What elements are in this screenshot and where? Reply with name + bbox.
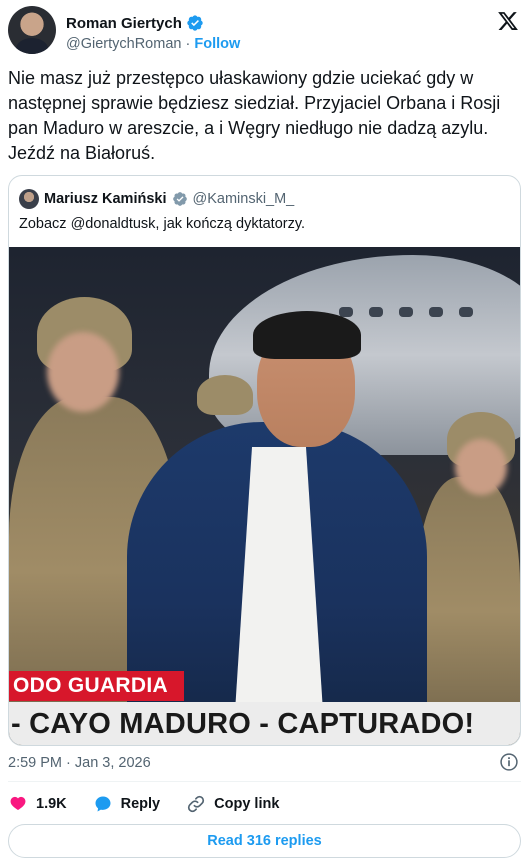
quoted-media-image[interactable]: ODO GUARDIA - CAYO MADURO - CAPTURADO!: [9, 247, 520, 745]
man-hair: [253, 311, 361, 359]
quoted-name: Mariusz Kamiński: [44, 191, 167, 207]
copy-link-label: Copy link: [214, 796, 280, 812]
read-replies-button[interactable]: Read 316 replies: [8, 824, 521, 858]
soldier-back-helmet: [197, 375, 253, 415]
action-bar: 1.9K Reply Copy link: [8, 791, 279, 817]
info-icon[interactable]: [499, 752, 519, 772]
tweet-text: Nie masz już przestępco ułaskawiony gdzi…: [8, 68, 501, 163]
copy-link-button[interactable]: Copy link: [186, 794, 279, 814]
follow-button[interactable]: Follow: [194, 36, 240, 52]
like-button[interactable]: 1.9K: [8, 794, 67, 814]
quoted-tweet[interactable]: Mariusz Kamiński @Kaminski_M_ Zobacz @do…: [8, 175, 521, 746]
soldier-left-face: [47, 332, 119, 412]
author-name[interactable]: Roman Giertych: [66, 15, 182, 32]
tweet-header: Roman Giertych @GiertychRoman · Follow: [8, 6, 521, 58]
heart-icon: [10, 796, 26, 810]
quoted-text: Zobacz @donaldtusk, jak kończą dyktatorz…: [19, 216, 306, 232]
soldier-right-face: [455, 439, 507, 495]
quoted-header: Mariusz Kamiński @Kaminski_M_: [19, 188, 294, 210]
author-handle[interactable]: @GiertychRoman: [66, 36, 181, 52]
tweet-timestamp[interactable]: 2:59 PM · Jan 3, 2026: [8, 755, 151, 771]
news-banner-bottom: - CAYO MADURO - CAPTURADO!: [9, 702, 520, 745]
reply-label: Reply: [120, 796, 161, 812]
author-handle-row: @GiertychRoman · Follow: [66, 36, 240, 52]
verified-badge-icon: [187, 15, 203, 31]
like-count: 1.9K: [36, 796, 67, 812]
quoted-avatar[interactable]: [19, 189, 39, 209]
news-banner-top: ODO GUARDIA: [9, 671, 184, 701]
link-icon: [188, 795, 205, 813]
reply-button[interactable]: Reply: [93, 794, 161, 814]
x-logo-icon[interactable]: [497, 10, 519, 32]
handle-separator: ·: [185, 36, 191, 52]
verified-badge-icon: [172, 192, 187, 206]
divider: [8, 781, 521, 782]
reply-bubble-icon: [95, 796, 111, 812]
author-name-row[interactable]: Roman Giertych: [66, 14, 204, 32]
quoted-handle: @Kaminski_M_: [192, 191, 295, 207]
author-avatar[interactable]: [8, 6, 56, 54]
